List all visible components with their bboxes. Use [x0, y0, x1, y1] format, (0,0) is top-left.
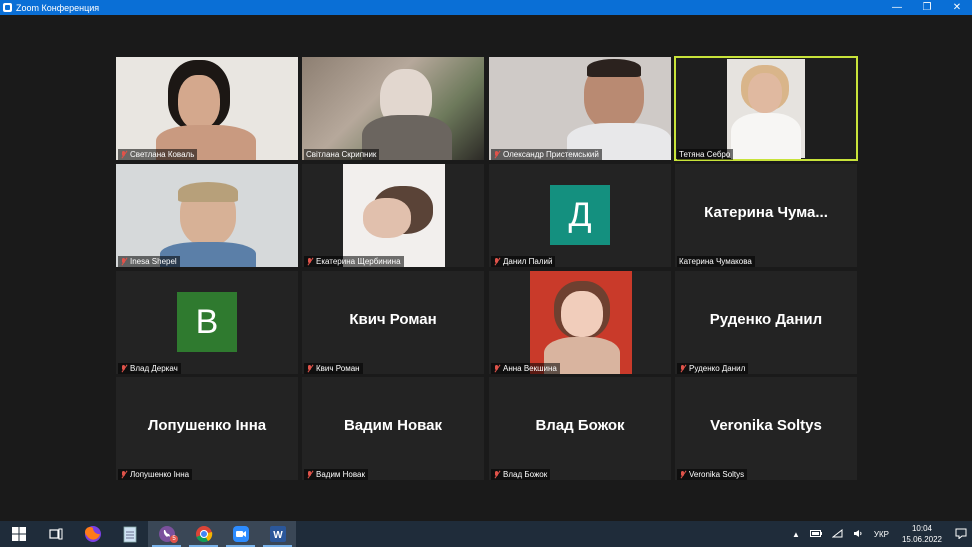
- battery-icon[interactable]: [809, 529, 822, 539]
- participant-tile[interactable]: Д Данил Палий: [489, 164, 671, 267]
- viber-badge: 5: [170, 535, 178, 543]
- clock-time: 10:04: [911, 524, 932, 533]
- participant-name-label: Руденко Данил: [677, 363, 749, 374]
- participant-name-label: Veronika Soltys: [677, 469, 748, 480]
- participant-name-label: Inesa Shepel: [118, 256, 180, 267]
- muted-mic-icon: [493, 257, 500, 266]
- participant-display-name: Вадим Новак: [343, 417, 443, 434]
- notepad-icon[interactable]: [111, 521, 148, 547]
- language-indicator[interactable]: УКР: [874, 530, 889, 539]
- clock[interactable]: 10:04 15.06.2022: [902, 523, 942, 545]
- zoom-app-icon: [3, 3, 12, 12]
- participant-name-label: Квич Роман: [304, 363, 363, 374]
- muted-mic-icon: [120, 364, 127, 373]
- participant-video: [302, 57, 484, 160]
- participant-name-label: Лопушенко Інна: [118, 469, 193, 480]
- participant-name-label: Светлана Коваль: [118, 149, 198, 160]
- participant-tile[interactable]: Руденко Данил Руденко Данил: [675, 271, 857, 374]
- participant-tile[interactable]: Олександр Пристемський: [489, 57, 671, 160]
- participant-video: [727, 59, 805, 159]
- windows-taskbar: 5 W ▲ УКР 10:04 15.06.2022: [0, 521, 972, 547]
- participant-tile[interactable]: Veronika Soltys Veronika Soltys: [675, 377, 857, 480]
- participant-name-label: Влад Божок: [491, 469, 551, 480]
- participant-video: [489, 57, 671, 160]
- participant-video: [116, 164, 298, 267]
- word-icon[interactable]: W: [259, 521, 296, 547]
- system-tray: ▲ УКР 10:04 15.06.2022: [787, 521, 972, 547]
- meeting-stage: Светлана Коваль Світлана Скрипник Олекса…: [0, 15, 972, 521]
- muted-mic-icon: [493, 364, 500, 373]
- muted-mic-icon: [120, 470, 127, 479]
- volume-icon[interactable]: [853, 529, 864, 540]
- participant-tile[interactable]: Квич Роман Квич Роман: [302, 271, 484, 374]
- participant-display-name: Квич Роман: [349, 311, 437, 328]
- participant-video: [116, 57, 298, 160]
- muted-mic-icon: [493, 150, 500, 159]
- participant-tile[interactable]: Екатерина Щербинина: [302, 164, 484, 267]
- minimize-button[interactable]: —: [882, 0, 912, 15]
- participant-name-label: Данил Палий: [491, 256, 556, 267]
- participant-tile[interactable]: Влад Божок Влад Божок: [489, 377, 671, 480]
- participant-name-label: Олександр Пристемський: [491, 149, 602, 160]
- participant-video: [530, 271, 632, 374]
- participant-name-label: Катерина Чумакова: [677, 256, 755, 267]
- viber-icon[interactable]: 5: [148, 521, 185, 547]
- participant-display-name: Руденко Данил: [709, 311, 823, 328]
- participant-name-label: Світлана Скрипник: [304, 149, 380, 160]
- notification-icon[interactable]: [955, 528, 967, 541]
- muted-mic-icon: [306, 257, 313, 266]
- participant-tile[interactable]: Светлана Коваль: [116, 57, 298, 160]
- windows-start-icon[interactable]: [0, 521, 37, 547]
- close-button[interactable]: ✕: [942, 0, 972, 15]
- participant-tile[interactable]: Світлана Скрипник: [302, 57, 484, 160]
- wifi-icon[interactable]: [831, 528, 843, 540]
- zoom-icon[interactable]: [222, 521, 259, 547]
- window-title: Zoom Конференция: [16, 2, 100, 13]
- participant-tile[interactable]: Катерина Чума... Катерина Чумакова: [675, 164, 857, 267]
- muted-mic-icon: [120, 257, 127, 266]
- task-view-icon[interactable]: [37, 521, 74, 547]
- muted-mic-icon: [493, 470, 500, 479]
- svg-text:W: W: [273, 530, 283, 541]
- muted-mic-icon: [306, 364, 313, 373]
- participant-tile[interactable]: Inesa Shepel: [116, 164, 298, 267]
- window-titlebar: Zoom Конференция — ❐ ✕: [0, 0, 972, 15]
- clock-date: 15.06.2022: [901, 535, 942, 544]
- muted-mic-icon: [306, 470, 313, 479]
- participant-tile-active-speaker[interactable]: Тетяна Себро: [674, 56, 858, 161]
- muted-mic-icon: [120, 150, 127, 159]
- participant-video: [343, 164, 445, 267]
- muted-mic-icon: [679, 364, 686, 373]
- muted-mic-icon: [679, 470, 686, 479]
- participant-display-name: Влад Божок: [535, 417, 625, 434]
- participant-display-name: Катерина Чума...: [704, 204, 828, 221]
- firefox-icon[interactable]: [74, 521, 111, 547]
- chevron-up-icon[interactable]: ▲: [792, 530, 800, 539]
- participant-name-label: Анна Векшина: [491, 363, 560, 374]
- restore-button[interactable]: ❐: [912, 0, 942, 15]
- participant-display-name: Лопушенко Інна: [147, 417, 267, 434]
- participant-name-label: Вадим Новак: [304, 469, 368, 480]
- participant-display-name: Veronika Soltys: [710, 417, 822, 434]
- avatar: Д: [550, 185, 610, 245]
- avatar: В: [177, 292, 237, 352]
- participant-tile[interactable]: В Влад Деркач: [116, 271, 298, 374]
- participant-name-label: Екатерина Щербинина: [304, 256, 404, 267]
- participant-name-label: Тетяна Себро: [677, 149, 734, 160]
- participant-tile[interactable]: Анна Векшина: [489, 271, 671, 374]
- participant-tile[interactable]: Лопушенко Інна Лопушенко Інна: [116, 377, 298, 480]
- chrome-icon[interactable]: [185, 521, 222, 547]
- participant-tile[interactable]: Вадим Новак Вадим Новак: [302, 377, 484, 480]
- participant-name-label: Влад Деркач: [118, 363, 181, 374]
